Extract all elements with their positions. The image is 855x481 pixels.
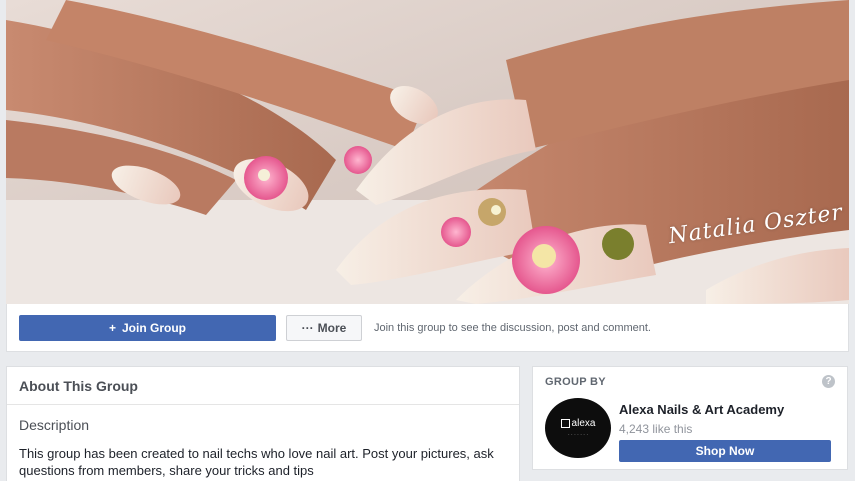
group-by-panel: GROUP BY ? alexa · · · · · · · Alexa Nai… (532, 366, 848, 470)
nail-art-photo (6, 0, 849, 304)
description-text: This group has been created to nail tech… (19, 446, 494, 478)
logo-subtext: · · · · · · · (568, 432, 588, 438)
description-heading: Description (19, 417, 90, 433)
more-button[interactable]: ··· More (286, 314, 362, 341)
help-icon[interactable]: ? (822, 375, 835, 388)
shop-now-button[interactable]: Shop Now (619, 440, 831, 462)
join-group-button[interactable]: + Join Group (19, 314, 276, 341)
about-group-title: About This Group (7, 367, 519, 405)
plus-icon: + (108, 320, 116, 335)
page-avatar[interactable]: alexa · · · · · · · (545, 398, 611, 458)
join-hint-text: Join this group to see the discussion, p… (374, 321, 651, 334)
about-group-panel: About This Group Description This group … (6, 366, 520, 481)
join-group-label: Join Group (122, 320, 186, 335)
group-by-title: GROUP BY (545, 375, 606, 388)
more-label: More (317, 320, 347, 335)
page-name-link[interactable]: Alexa Nails & Art Academy (619, 402, 835, 417)
logo-text: alexa (571, 418, 596, 429)
logo-box-icon (560, 419, 570, 428)
group-cover-photo[interactable]: Natalia Oszter (6, 0, 849, 304)
group-action-bar: + Join Group ··· More Join this group to… (6, 304, 849, 352)
ellipsis-icon: ··· (301, 320, 314, 335)
page-likes-count: 4,243 like this (619, 422, 693, 436)
